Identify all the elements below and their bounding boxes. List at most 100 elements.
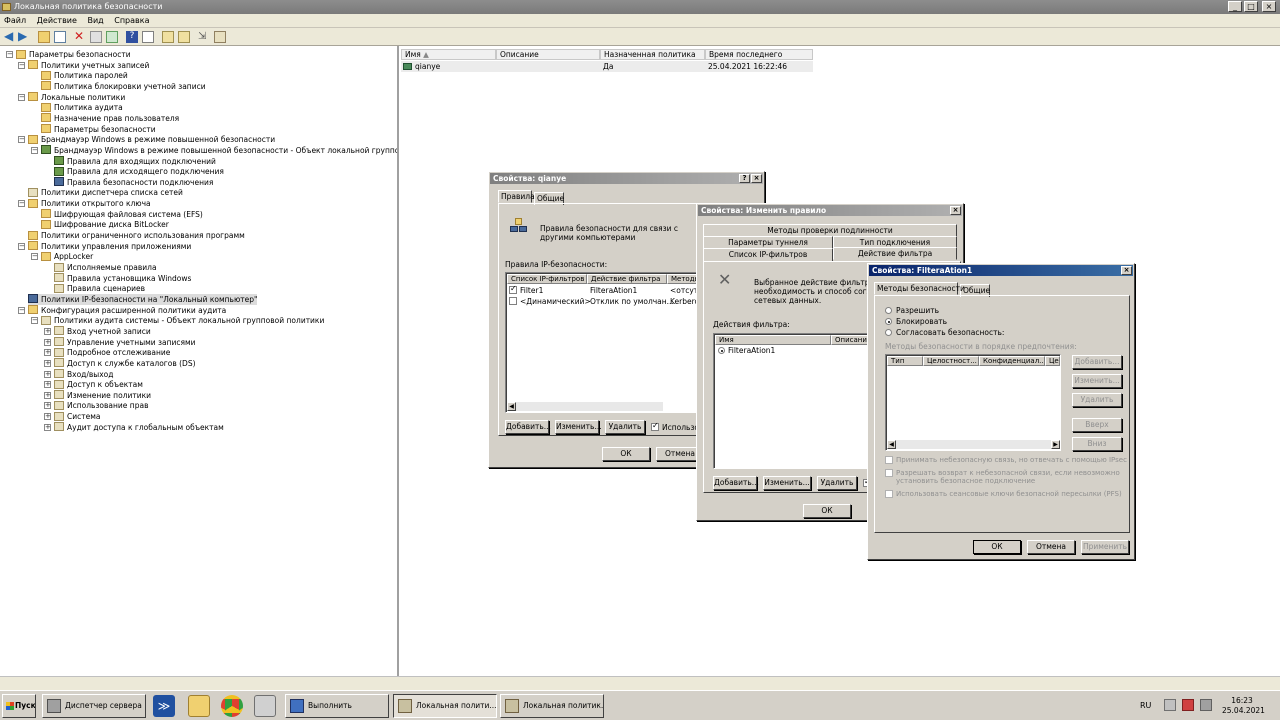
accept-unsecured-checkbox[interactable]: [885, 456, 893, 464]
tree-item[interactable]: − Политики аудита системы - Объект локаль…: [31, 315, 324, 326]
collapse-icon[interactable]: −: [18, 242, 25, 250]
tree-item[interactable]: Исполняемые правила: [54, 262, 157, 273]
maximize-button[interactable]: □: [1244, 1, 1258, 12]
expand-icon[interactable]: +: [44, 391, 51, 399]
dialog-close-button[interactable]: ×: [950, 206, 961, 215]
expand-icon[interactable]: +: [44, 359, 51, 367]
collapse-icon[interactable]: −: [18, 200, 25, 208]
manage-filters-icon[interactable]: [162, 31, 174, 43]
powershell-icon[interactable]: ≫: [153, 695, 175, 717]
rule-checkbox[interactable]: [509, 284, 517, 294]
tree-item[interactable]: Политика аудита: [41, 102, 123, 113]
tree-item[interactable]: − Политики управления приложениями: [18, 241, 191, 252]
col-filter-list[interactable]: Список IP-фильтров: [507, 274, 587, 284]
tree-item[interactable]: Назначение прав пользователя: [41, 113, 179, 124]
help-button[interactable]: ?: [739, 174, 750, 183]
tree-item[interactable]: − Брандмауэр Windows в режиме повышенной …: [31, 145, 397, 156]
add-rule-button[interactable]: Добавить...: [505, 420, 551, 434]
col-other[interactable]: Це: [1045, 356, 1060, 366]
rule-filter[interactable]: Filter1: [520, 286, 543, 295]
tab-filter-list[interactable]: Список IP-фильтров: [703, 248, 833, 261]
menu-action[interactable]: Действие: [33, 14, 81, 28]
tree-item[interactable]: + Управление учетными записями: [44, 337, 196, 348]
menu-help[interactable]: Справка: [110, 14, 153, 28]
tree-item[interactable]: Правила установщика Windows: [54, 273, 191, 284]
taskbar-local-policy-1[interactable]: Локальная полити...: [393, 694, 497, 718]
edit-rule-button[interactable]: Изменить...: [555, 420, 602, 434]
menu-file[interactable]: Файл: [0, 14, 30, 28]
taskbar-run[interactable]: Выполнить: [285, 694, 389, 718]
tree-item[interactable]: + Доступ к объектам: [44, 379, 143, 390]
tree-item[interactable]: Политики ограниченного использования про…: [28, 230, 245, 241]
filter-action-item[interactable]: FilteraAtion1: [728, 346, 775, 355]
tree-item[interactable]: Политика паролей: [41, 70, 128, 81]
col-description[interactable]: Описание: [496, 49, 600, 60]
network-tool-icon[interactable]: [254, 695, 276, 717]
permit-radio[interactable]: [885, 307, 892, 314]
tree-item[interactable]: Правила безопасности подключения: [54, 177, 213, 188]
edit-action-button[interactable]: Изменить...: [763, 476, 811, 490]
tree-item[interactable]: + Подробное отслеживание: [44, 347, 170, 358]
tree-item[interactable]: Политики диспетчера списка сетей: [28, 187, 183, 198]
tab-security-methods[interactable]: Методы безопасности: [874, 282, 965, 295]
tree-item[interactable]: − Политики открытого ключа: [18, 198, 151, 209]
rule-checkbox[interactable]: [509, 297, 517, 305]
tree-item[interactable]: − Брандмауэр Windows в режиме повышенной …: [18, 134, 275, 145]
use-wizard-checkbox[interactable]: [651, 421, 659, 431]
assign-icon[interactable]: ⇲: [198, 31, 210, 43]
expand-icon[interactable]: +: [44, 349, 51, 357]
tree-item[interactable]: + Вход/выход: [44, 369, 113, 380]
delete-icon[interactable]: ✕: [74, 30, 86, 43]
collapse-icon[interactable]: −: [31, 253, 38, 261]
tree-item[interactable]: Шифрующая файловая система (EFS): [41, 209, 203, 220]
tray-alert-icon[interactable]: [1182, 699, 1194, 711]
pfs-checkbox[interactable]: [885, 490, 893, 498]
expand-icon[interactable]: +: [44, 327, 51, 335]
ok-button[interactable]: ОК: [602, 447, 650, 461]
edit-method-button[interactable]: Изменить...: [1072, 374, 1122, 388]
add-action-button[interactable]: Добавить...: [713, 476, 759, 490]
expand-icon[interactable]: +: [44, 370, 51, 378]
tree-item[interactable]: − Параметры безопасности: [6, 49, 131, 60]
forward-icon[interactable]: ▶: [18, 30, 30, 43]
explorer-icon[interactable]: [188, 695, 210, 717]
horizontal-scrollbar[interactable]: ◀: [507, 402, 663, 411]
col-confidentiality[interactable]: Конфиденциал...: [979, 356, 1045, 366]
properties-icon[interactable]: [90, 31, 102, 43]
allow-fallback-checkbox[interactable]: [885, 469, 893, 477]
col-modified[interactable]: Время последнего изменения: [705, 49, 813, 68]
tree-item[interactable]: + Изменение политики: [44, 390, 151, 401]
help-icon[interactable]: ?: [126, 31, 138, 43]
export-icon[interactable]: [106, 31, 118, 43]
expand-icon[interactable]: +: [44, 413, 51, 421]
minimize-button[interactable]: _: [1228, 1, 1242, 12]
list-item-name[interactable]: qianye: [401, 61, 496, 72]
show-tree-icon[interactable]: [54, 31, 66, 43]
collapse-icon[interactable]: −: [31, 146, 38, 154]
tree-item[interactable]: − Конфигурация расширенной политики аудит…: [18, 305, 226, 316]
taskbar-local-policy-2[interactable]: Локальная политик...: [500, 694, 604, 718]
col-name[interactable]: Имя: [715, 335, 831, 345]
tray-volume-icon[interactable]: [1200, 699, 1212, 711]
col-integrity[interactable]: Целостност...: [923, 356, 979, 366]
tree-item[interactable]: Параметры безопасности: [41, 124, 156, 135]
tree-item[interactable]: − Политики учетных записей: [18, 60, 149, 71]
delete-action-button[interactable]: Удалить: [817, 476, 857, 490]
col-assigned[interactable]: Назначенная политика: [600, 49, 705, 60]
tree-item[interactable]: Политики IP-безопасности на "Локальный к…: [28, 293, 258, 305]
back-icon[interactable]: ◀: [4, 30, 16, 43]
rule-filter[interactable]: <Динамический>: [520, 297, 591, 306]
collapse-icon[interactable]: −: [18, 93, 25, 101]
delete-rule-button[interactable]: Удалить: [605, 420, 645, 434]
move-down-button[interactable]: Вниз: [1072, 437, 1122, 451]
tree-item[interactable]: + Система: [44, 411, 100, 422]
add-method-button[interactable]: Добавить...: [1072, 355, 1122, 369]
col-filter-action[interactable]: Действие фильтра: [587, 274, 667, 284]
tree-item[interactable]: − Локальные политики: [18, 92, 125, 103]
tree-item[interactable]: Правила для исходящего подключения: [54, 166, 224, 177]
tree-item[interactable]: + Аудит доступа к глобальным объектам: [44, 422, 224, 433]
console-icon[interactable]: [142, 31, 154, 43]
ok-button[interactable]: ОК: [803, 504, 851, 518]
move-up-button[interactable]: Вверх: [1072, 418, 1122, 432]
collapse-icon[interactable]: −: [6, 51, 13, 58]
